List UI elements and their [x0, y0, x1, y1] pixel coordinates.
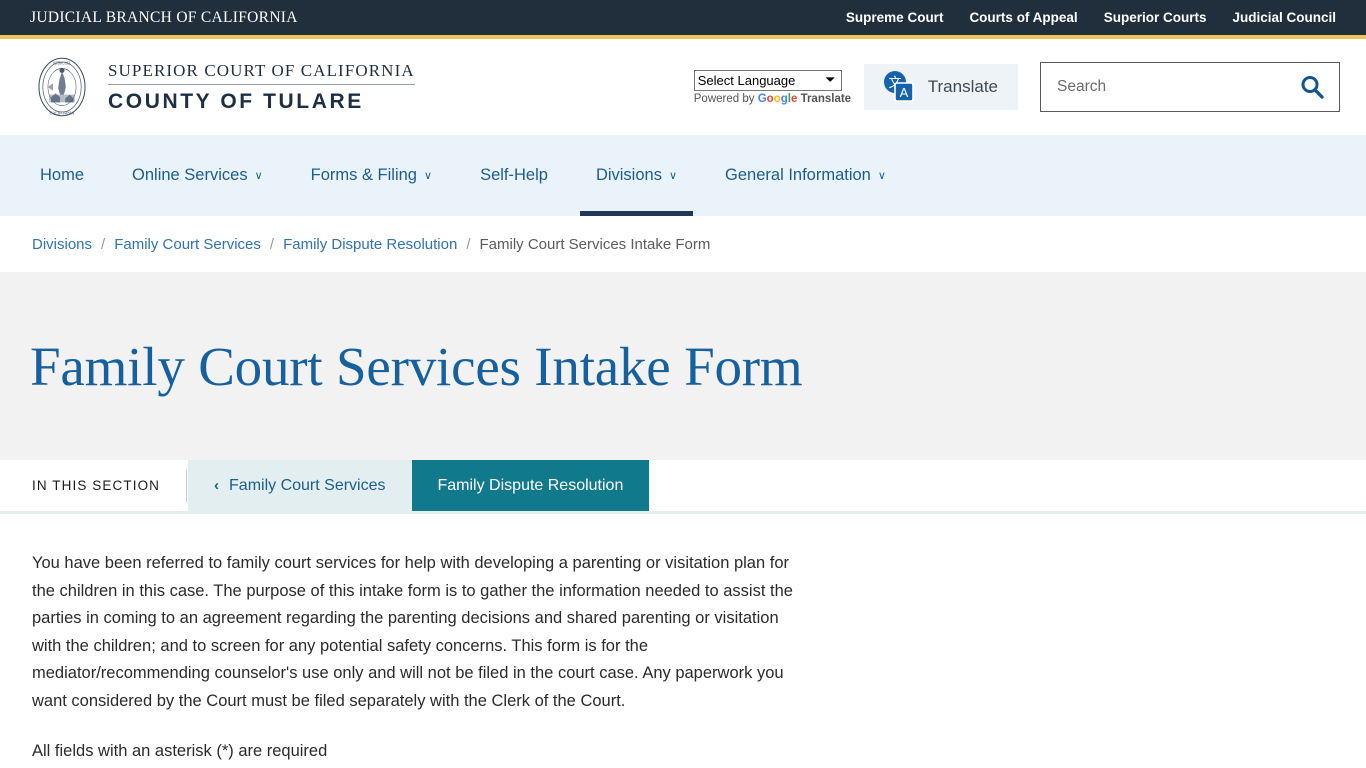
breadcrumb-item-divisions[interactable]: Divisions	[32, 236, 92, 253]
chevron-down-icon: ∨	[254, 170, 263, 182]
nav-label-home: Home	[40, 166, 85, 184]
in-this-section-label: IN THIS SECTION	[32, 478, 161, 493]
court-wordmark: SUPERIOR COURT OF CALIFORNIA COUNTY OF T…	[108, 61, 415, 114]
google-logo-text: Google	[757, 92, 798, 105]
search-box	[1040, 62, 1340, 112]
nav-label-forms-filing: Forms & Filing	[310, 166, 417, 184]
breadcrumb-item-current: Family Court Services Intake Form	[479, 235, 711, 253]
judicial-branch-seal-icon: JUDICIAL CALIFORNIA	[38, 57, 86, 117]
breadcrumb-item-family-dispute-resolution[interactable]: Family Dispute Resolution	[283, 236, 457, 253]
top-utility-bar: JUDICIAL BRANCH OF CALIFORNIA Supreme Co…	[0, 0, 1366, 35]
top-utility-links: Supreme Court Courts of Appeal Superior …	[846, 10, 1336, 25]
nav-label-general-information: General Information	[725, 166, 871, 184]
powered-suffix: Translate	[800, 92, 852, 105]
masthead-tools: Select Language ⏷ Powered by Google Tran…	[693, 62, 1340, 112]
nav-item-forms-filing[interactable]: Forms & Filing ∨	[287, 135, 456, 216]
section-divider	[186, 469, 188, 502]
nav-item-general-information[interactable]: General Information ∨	[701, 135, 910, 216]
breadcrumb-separator: /	[101, 235, 106, 253]
search-submit-button[interactable]	[1299, 74, 1325, 100]
chevron-down-icon: ∨	[877, 170, 886, 182]
top-link-courts-of-appeal[interactable]: Courts of Appeal	[969, 10, 1077, 25]
breadcrumb: Divisions / Family Court Services / Fami…	[0, 216, 1366, 272]
required-fields-note: All fields with an asterisk (*) are requ…	[32, 741, 328, 760]
tab-label-family-dispute-resolution: Family Dispute Resolution	[437, 476, 624, 494]
top-link-supreme-court[interactable]: Supreme Court	[846, 10, 944, 25]
tab-family-court-services[interactable]: ‹ Family Court Services	[188, 460, 412, 511]
translate-icon: 文 A	[883, 71, 914, 102]
nav-item-divisions[interactable]: Divisions ∨	[572, 135, 701, 216]
tab-family-dispute-resolution[interactable]: Family Dispute Resolution	[411, 460, 650, 511]
svg-text:A: A	[899, 85, 908, 100]
chevron-down-icon: ⏷	[825, 73, 835, 86]
chevron-down-icon: ∨	[424, 170, 433, 182]
chevron-left-icon: ‹	[214, 477, 220, 494]
intake-intro-paragraph: You have been referred to family court s…	[32, 554, 793, 710]
breadcrumb-separator: /	[269, 235, 275, 253]
nav-item-self-help[interactable]: Self-Help	[456, 135, 572, 216]
main-content: You have been referred to family court s…	[0, 514, 1366, 765]
judicial-branch-brand: JUDICIAL BRANCH OF CALIFORNIA	[30, 8, 298, 26]
chevron-down-icon: ∨	[668, 170, 678, 182]
breadcrumb-item-family-court-services[interactable]: Family Court Services	[114, 236, 261, 253]
powered-by-google-translate: Powered by Google Translate	[694, 93, 851, 105]
translate-button[interactable]: 文 A Translate	[863, 64, 1018, 110]
google-translate-widget: Select Language ⏷ Powered by Google Tran…	[693, 69, 851, 105]
select-language-value: Select Language	[697, 72, 796, 88]
select-language-dropdown[interactable]: Select Language ⏷	[693, 69, 842, 91]
powered-prefix: Powered by	[693, 92, 755, 105]
section-tab-bar: IN THIS SECTION ‹ Family Court Services …	[0, 460, 1366, 514]
nav-item-home[interactable]: Home	[30, 135, 108, 216]
svg-text:CALIFORNIA: CALIFORNIA	[50, 111, 75, 116]
nav-label-self-help: Self-Help	[480, 166, 548, 184]
search-input[interactable]	[1057, 78, 1299, 96]
top-link-superior-courts[interactable]: Superior Courts	[1104, 10, 1207, 25]
nav-label-online-services: Online Services	[132, 166, 248, 184]
translate-button-label: Translate	[927, 77, 998, 96]
page-title: Family Court Services Intake Form	[30, 335, 803, 397]
breadcrumb-separator: /	[466, 235, 471, 253]
site-logo[interactable]: JUDICIAL CALIFORNIA SUPERIOR COURT OF CA…	[30, 55, 415, 119]
top-link-judicial-council[interactable]: Judicial Council	[1232, 10, 1336, 25]
masthead: JUDICIAL CALIFORNIA SUPERIOR COURT OF CA…	[0, 39, 1366, 135]
hero-banner: Family Court Services Intake Form	[0, 272, 1366, 460]
svg-text:JUDICIAL: JUDICIAL	[53, 61, 72, 66]
nav-item-online-services[interactable]: Online Services ∨	[108, 135, 287, 216]
tab-label-family-court-services: Family Court Services	[229, 476, 386, 494]
wordmark-superior-court: SUPERIOR COURT OF CALIFORNIA	[108, 61, 415, 85]
main-navigation: Home Online Services ∨ Forms & Filing ∨ …	[0, 135, 1366, 216]
search-icon	[1301, 76, 1324, 99]
nav-label-divisions: Divisions	[595, 166, 662, 184]
wordmark-county: COUNTY OF TULARE	[108, 89, 364, 113]
